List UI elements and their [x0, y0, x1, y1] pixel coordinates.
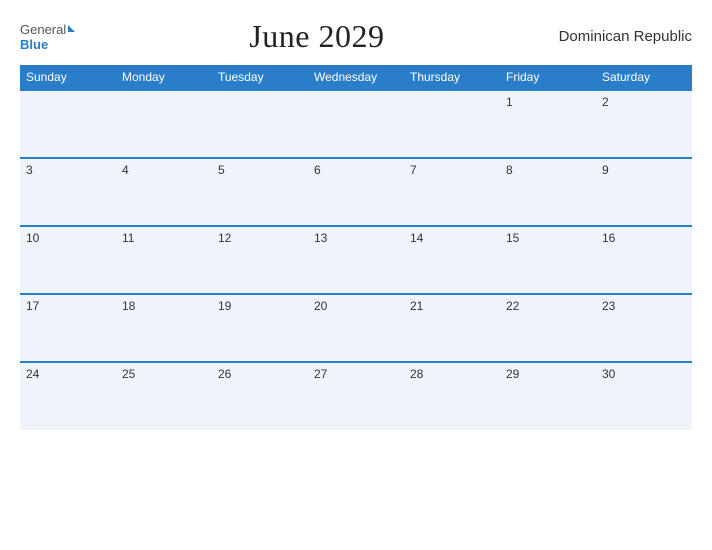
- calendar-day-cell: 2: [596, 90, 692, 158]
- day-number: 14: [410, 231, 423, 245]
- day-number: 28: [410, 367, 423, 381]
- calendar-title: June 2029: [249, 18, 384, 55]
- calendar-day-cell: 11: [116, 226, 212, 294]
- page: General Blue June 2029 Dominican Republi…: [0, 0, 712, 550]
- calendar-day-cell: 25: [116, 362, 212, 430]
- day-number: 13: [314, 231, 327, 245]
- calendar-body: 1234567891011121314151617181920212223242…: [20, 90, 692, 430]
- calendar-day-cell: [20, 90, 116, 158]
- day-number: 30: [602, 367, 615, 381]
- day-number: 12: [218, 231, 231, 245]
- day-number: 24: [26, 367, 39, 381]
- day-number: 4: [122, 163, 129, 177]
- day-number: 23: [602, 299, 615, 313]
- day-number: 22: [506, 299, 519, 313]
- calendar-week-row-1: 12: [20, 90, 692, 158]
- day-number: 21: [410, 299, 423, 313]
- day-number: 10: [26, 231, 39, 245]
- calendar-day-cell: 18: [116, 294, 212, 362]
- day-number: 9: [602, 163, 609, 177]
- calendar-day-cell: 27: [308, 362, 404, 430]
- calendar-day-cell: 9: [596, 158, 692, 226]
- calendar-day-cell: 13: [308, 226, 404, 294]
- day-number: 25: [122, 367, 135, 381]
- day-number: 2: [602, 95, 609, 109]
- day-number: 7: [410, 163, 417, 177]
- logo-triangle-icon: [68, 25, 75, 32]
- header-wednesday: Wednesday: [308, 65, 404, 90]
- calendar-day-cell: 23: [596, 294, 692, 362]
- calendar-week-row-5: 24 25 26 27 28 29 30: [20, 362, 692, 430]
- calendar-day-cell: 21: [404, 294, 500, 362]
- calendar-day-cell: [116, 90, 212, 158]
- header-sunday: Sunday: [20, 65, 116, 90]
- logo: General Blue: [20, 22, 75, 51]
- calendar-day-cell: 8: [500, 158, 596, 226]
- day-number: 27: [314, 367, 327, 381]
- calendar-day-cell: 15: [500, 226, 596, 294]
- day-number: 6: [314, 163, 321, 177]
- calendar-day-cell: 6: [308, 158, 404, 226]
- calendar-table: Sunday Monday Tuesday Wednesday Thursday…: [20, 65, 692, 430]
- calendar-day-cell: [308, 90, 404, 158]
- day-number: 16: [602, 231, 615, 245]
- calendar-day-cell: [404, 90, 500, 158]
- calendar-day-cell: 1: [500, 90, 596, 158]
- header-saturday: Saturday: [596, 65, 692, 90]
- day-number: 18: [122, 299, 135, 313]
- calendar-day-cell: [212, 90, 308, 158]
- calendar-day-cell: 17: [20, 294, 116, 362]
- header-friday: Friday: [500, 65, 596, 90]
- logo-blue-text: Blue: [20, 38, 48, 51]
- calendar-day-cell: 26: [212, 362, 308, 430]
- country-label: Dominican Republic: [559, 28, 692, 45]
- calendar-day-cell: 24: [20, 362, 116, 430]
- calendar-day-cell: 3: [20, 158, 116, 226]
- day-number: 1: [506, 95, 513, 109]
- day-number: 15: [506, 231, 519, 245]
- calendar-day-cell: 19: [212, 294, 308, 362]
- calendar-week-row-4: 17 18 19 20 21 22 23: [20, 294, 692, 362]
- calendar-day-cell: 28: [404, 362, 500, 430]
- day-number: 11: [122, 231, 134, 245]
- calendar-week-row-3: 10 11 12 13 14 15 16: [20, 226, 692, 294]
- weekday-header-row: Sunday Monday Tuesday Wednesday Thursday…: [20, 65, 692, 90]
- calendar-day-cell: 20: [308, 294, 404, 362]
- day-number: 3: [26, 163, 33, 177]
- day-number: 29: [506, 367, 519, 381]
- calendar-day-cell: 12: [212, 226, 308, 294]
- calendar-day-cell: 5: [212, 158, 308, 226]
- day-number: 17: [26, 299, 39, 313]
- header-tuesday: Tuesday: [212, 65, 308, 90]
- calendar-day-cell: 16: [596, 226, 692, 294]
- header-thursday: Thursday: [404, 65, 500, 90]
- calendar-day-cell: 10: [20, 226, 116, 294]
- day-number: 20: [314, 299, 327, 313]
- calendar-day-cell: 29: [500, 362, 596, 430]
- calendar-day-cell: 22: [500, 294, 596, 362]
- calendar-day-cell: 4: [116, 158, 212, 226]
- header-monday: Monday: [116, 65, 212, 90]
- calendar-day-cell: 30: [596, 362, 692, 430]
- day-number: 19: [218, 299, 231, 313]
- logo-general-text: General: [20, 22, 75, 38]
- calendar-week-row-2: 3 4 5 6 7 8 9: [20, 158, 692, 226]
- calendar-day-cell: 14: [404, 226, 500, 294]
- day-number: 5: [218, 163, 225, 177]
- day-number: 8: [506, 163, 513, 177]
- header: General Blue June 2029 Dominican Republi…: [20, 18, 692, 55]
- calendar-day-cell: 7: [404, 158, 500, 226]
- day-number: 26: [218, 367, 231, 381]
